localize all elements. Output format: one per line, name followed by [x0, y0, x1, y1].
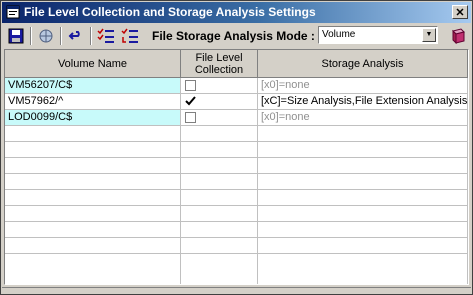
empty-table-row: [5, 158, 468, 174]
close-icon: ✕: [455, 7, 465, 19]
storage-analysis-cell[interactable]: [x0]=none: [258, 78, 468, 94]
empty-table-row: [5, 222, 468, 238]
volume-name-cell[interactable]: LOD0099/C$: [5, 110, 181, 126]
status-bar: [2, 287, 471, 294]
chevron-down-icon[interactable]: ▼: [422, 28, 436, 42]
volume-name-cell[interactable]: VM56207/C$: [5, 78, 181, 94]
column-header-storage-analysis[interactable]: Storage Analysis: [258, 50, 468, 78]
empty-cell: [181, 222, 258, 238]
check-all-button[interactable]: [96, 26, 116, 46]
empty-table-row: [5, 238, 468, 254]
empty-cell: [258, 126, 468, 142]
empty-cell: [181, 190, 258, 206]
empty-table-row: [5, 190, 468, 206]
empty-cell: [181, 174, 258, 190]
empty-cell: [181, 126, 258, 142]
mode-label: File Storage Analysis Mode :: [152, 29, 315, 43]
toolbar-separator: [30, 27, 32, 45]
refresh-button[interactable]: [36, 26, 56, 46]
empty-cell: [5, 190, 181, 206]
volume-name-cell[interactable]: VM57962/^: [5, 94, 181, 110]
empty-cell: [181, 158, 258, 174]
empty-table-row: [5, 206, 468, 222]
empty-table-row: [5, 142, 468, 158]
column-filler: [5, 254, 181, 284]
column-header-volume-name[interactable]: Volume Name: [5, 50, 181, 78]
globe-refresh-icon: [39, 29, 53, 43]
empty-cell: [5, 142, 181, 158]
volume-grid: Volume Name File Level Collection Storag…: [4, 49, 469, 285]
undo-button[interactable]: [66, 26, 86, 46]
file-level-collection-cell[interactable]: [181, 78, 258, 94]
title-bar[interactable]: File Level Collection and Storage Analys…: [2, 2, 471, 23]
checklist-icon: [97, 28, 114, 43]
storage-analysis-cell[interactable]: [xC]=Size Analysis,File Extension Analys…: [258, 94, 468, 110]
empty-cell: [258, 174, 468, 190]
app-window-icon: [6, 5, 20, 19]
empty-cell: [258, 142, 468, 158]
toolbar-separator: [90, 27, 92, 45]
file-level-collection-cell[interactable]: [181, 94, 258, 110]
empty-cell: [5, 222, 181, 238]
empty-cell: [258, 222, 468, 238]
file-level-collection-cell[interactable]: [181, 110, 258, 126]
column-header-file-level-collection[interactable]: File Level Collection: [181, 50, 258, 78]
empty-cell: [258, 158, 468, 174]
empty-cell: [5, 158, 181, 174]
table-row[interactable]: VM56207/C$ [x0]=none: [5, 78, 468, 94]
column-filler: [258, 254, 468, 284]
save-button[interactable]: [6, 26, 26, 46]
mode-value: Volume: [322, 29, 356, 40]
empty-cell: [181, 142, 258, 158]
window-title: File Level Collection and Storage Analys…: [24, 5, 316, 19]
collection-checkbox[interactable]: [185, 96, 196, 107]
empty-cell: [258, 190, 468, 206]
sort-checklist-icon: [121, 28, 138, 43]
undo-icon: [68, 31, 80, 40]
empty-cell: [5, 126, 181, 142]
collection-checkbox[interactable]: [185, 112, 196, 123]
toolbar-separator: [60, 27, 62, 45]
sort-check-button[interactable]: [120, 26, 140, 46]
checkmark-icon: [185, 96, 196, 106]
empty-cell: [5, 238, 181, 254]
empty-cell: [5, 206, 181, 222]
empty-cell: [258, 206, 468, 222]
close-button[interactable]: ✕: [452, 5, 468, 19]
empty-table-row: [5, 174, 468, 190]
toolbar: File Storage Analysis Mode : Volume ▼: [2, 24, 471, 48]
mode-dropdown[interactable]: Volume ▼: [318, 26, 438, 44]
collection-checkbox[interactable]: [185, 80, 196, 91]
empty-cell: [5, 174, 181, 190]
settings-window: File Level Collection and Storage Analys…: [0, 0, 473, 295]
storage-analysis-cell[interactable]: [x0]=none: [258, 110, 468, 126]
help-button[interactable]: [448, 26, 468, 46]
book-icon: [452, 28, 465, 44]
grid-filler: [5, 254, 468, 284]
empty-cell: [181, 238, 258, 254]
save-icon: [8, 28, 24, 44]
empty-cell: [258, 238, 468, 254]
table-row[interactable]: VM57962/^ [xC]=Size Analysis,File Extensi…: [5, 94, 468, 110]
column-filler: [181, 254, 258, 284]
empty-table-row: [5, 126, 468, 142]
table-row[interactable]: LOD0099/C$ [x0]=none: [5, 110, 468, 126]
empty-cell: [181, 206, 258, 222]
